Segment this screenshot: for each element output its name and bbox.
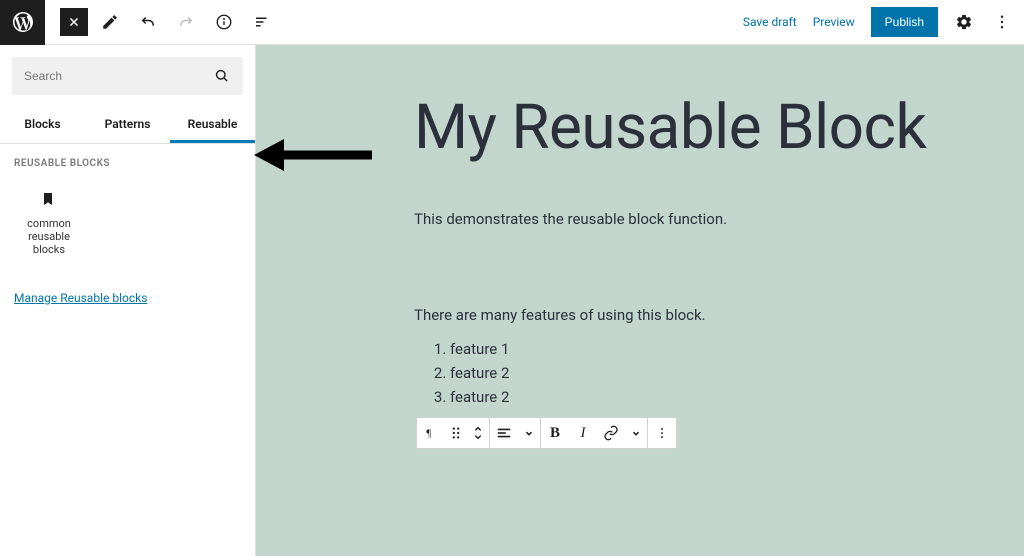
- search-input[interactable]: [24, 69, 213, 83]
- preview-link[interactable]: Preview: [813, 15, 855, 29]
- tab-blocks[interactable]: Blocks: [0, 107, 85, 143]
- block-type-button[interactable]: ¶: [417, 418, 445, 448]
- tab-patterns[interactable]: Patterns: [85, 107, 170, 143]
- publish-button[interactable]: Publish: [871, 7, 938, 37]
- post-paragraph-features[interactable]: There are many features of using this bl…: [414, 306, 1024, 324]
- drag-handle-icon[interactable]: [445, 418, 467, 448]
- settings-button[interactable]: [948, 6, 980, 38]
- wordpress-logo[interactable]: [0, 0, 45, 45]
- redo-button[interactable]: [170, 6, 202, 38]
- block-more-options-button[interactable]: [648, 418, 676, 448]
- align-chevron-icon[interactable]: [518, 418, 540, 448]
- close-inserter-button[interactable]: [60, 8, 88, 36]
- edit-mode-icon[interactable]: [94, 6, 126, 38]
- search-icon: [213, 67, 231, 85]
- list-view-button[interactable]: [246, 6, 278, 38]
- tab-reusable[interactable]: Reusable: [170, 107, 255, 143]
- section-title-reusable: REUSABLE BLOCKS: [0, 144, 255, 175]
- block-inserter-panel: Blocks Patterns Reusable REUSABLE BLOCKS…: [0, 45, 256, 556]
- reusable-block-item[interactable]: common reusable blocks: [10, 181, 88, 267]
- move-up-down-button[interactable]: [467, 418, 489, 448]
- editor-canvas[interactable]: My Reusable Block This demonstrates the …: [256, 45, 1024, 556]
- block-toolbar: ¶ B I: [416, 417, 677, 449]
- editor-top-bar: Save draft Preview Publish: [0, 0, 1024, 45]
- bold-button[interactable]: B: [541, 418, 569, 448]
- italic-button[interactable]: I: [569, 418, 597, 448]
- list-item[interactable]: feature 2: [450, 364, 1024, 382]
- post-paragraph-intro[interactable]: This demonstrates the reusable block fun…: [414, 210, 1024, 228]
- post-heading-partial: Heading: [418, 387, 544, 415]
- inserter-tabs: Blocks Patterns Reusable: [0, 107, 255, 144]
- block-item-label: common reusable blocks: [14, 217, 84, 257]
- save-draft-link[interactable]: Save draft: [743, 15, 797, 29]
- bookmark-icon: [40, 191, 58, 209]
- align-button[interactable]: [490, 418, 518, 448]
- manage-reusable-link[interactable]: Manage Reusable blocks: [14, 291, 147, 305]
- link-button[interactable]: [597, 418, 625, 448]
- info-button[interactable]: [208, 6, 240, 38]
- svg-text:¶: ¶: [426, 429, 431, 440]
- undo-button[interactable]: [132, 6, 164, 38]
- post-title[interactable]: My Reusable Block: [414, 95, 1024, 160]
- more-options-button[interactable]: [986, 6, 1018, 38]
- more-format-chevron-icon[interactable]: [625, 418, 647, 448]
- list-item[interactable]: feature 1: [450, 340, 1024, 358]
- block-search[interactable]: [12, 57, 243, 95]
